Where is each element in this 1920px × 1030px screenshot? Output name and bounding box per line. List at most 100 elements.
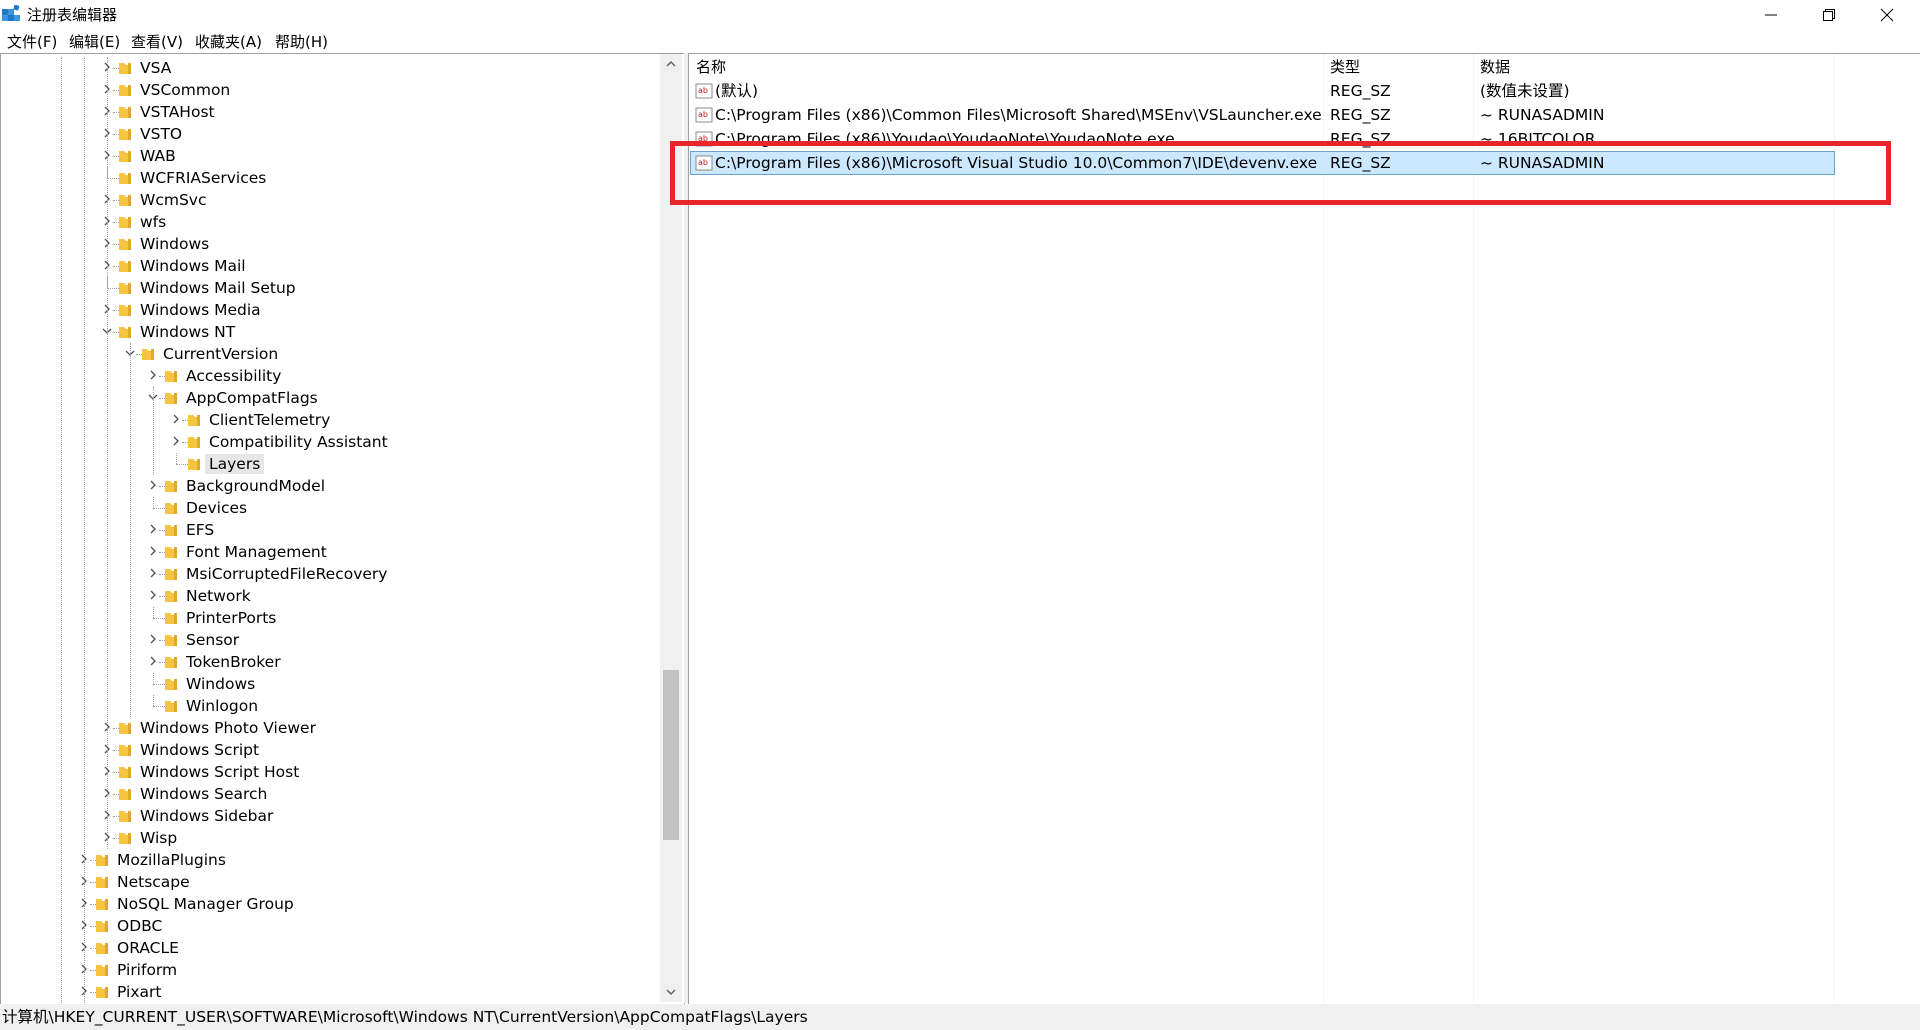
tree-item-label: Windows Mail — [140, 257, 246, 275]
chevron-right-icon[interactable] — [171, 436, 181, 446]
tree-item[interactable]: WAB — [1, 145, 662, 167]
tree-item[interactable]: Sensor — [1, 629, 662, 651]
tree-item[interactable]: ODBC — [1, 915, 662, 937]
tree-item[interactable]: Font Management — [1, 541, 662, 563]
annotation-highlight-box — [670, 141, 1891, 205]
string-value-icon: ab — [695, 83, 713, 99]
tree-item[interactable]: NoSQL Manager Group — [1, 893, 662, 915]
tree-item-label: TokenBroker — [186, 653, 281, 671]
tree-item[interactable]: MozillaPlugins — [1, 849, 662, 871]
tree-item[interactable]: WcmSvc — [1, 189, 662, 211]
tree-guide-line — [153, 695, 154, 706]
tree-item[interactable]: AppCompatFlags — [1, 387, 662, 409]
folder-icon — [119, 327, 131, 338]
column-header-type[interactable]: 类型 — [1330, 57, 1360, 77]
tree-item-label: VSCommon — [140, 81, 231, 99]
tree-item[interactable]: BackgroundModel — [1, 475, 662, 497]
tree-item[interactable]: Windows Mail — [1, 255, 662, 277]
folder-icon — [119, 129, 131, 140]
menu-help[interactable]: 帮助(H) — [272, 32, 331, 52]
value-data: (数值未设置) — [1480, 82, 1570, 100]
scroll-down-arrow[interactable] — [660, 982, 682, 1002]
tree-item[interactable]: VSTAHost — [1, 101, 662, 123]
tree-item[interactable]: Windows NT — [1, 321, 662, 343]
tree-item[interactable]: MsiCorruptedFileRecovery — [1, 563, 662, 585]
tree-item[interactable]: Compatibility Assistant — [1, 431, 662, 453]
tree-item[interactable]: CurrentVersion — [1, 343, 662, 365]
folder-icon — [119, 283, 131, 294]
chevron-right-icon[interactable] — [148, 370, 158, 380]
scroll-thumb[interactable] — [663, 670, 679, 840]
minimize-button[interactable] — [1742, 0, 1800, 30]
folder-icon — [96, 943, 108, 954]
tree-item[interactable]: Wisp — [1, 827, 662, 849]
tree-item[interactable]: ClientTelemetry — [1, 409, 662, 431]
value-name: (默认) — [715, 82, 759, 100]
tree-item[interactable]: Windows Script Host — [1, 761, 662, 783]
chevron-right-icon[interactable] — [148, 524, 158, 534]
tree-item-label: Sensor — [186, 631, 240, 649]
tree-item[interactable]: TokenBroker — [1, 651, 662, 673]
tree-item[interactable]: wfs — [1, 211, 662, 233]
menu-bar: 文件(F) 编辑(E) 查看(V) 收藏夹(A) 帮助(H) — [0, 30, 1920, 52]
tree-item-label: Wisp — [140, 829, 178, 847]
tree-guide-line — [107, 57, 108, 849]
tree-guide-line — [84, 57, 85, 1003]
tree-item-label: ORACLE — [117, 939, 179, 957]
value-data: ~ RUNASADMIN — [1480, 106, 1605, 124]
chevron-right-icon[interactable] — [148, 590, 158, 600]
tree-item[interactable]: Network — [1, 585, 662, 607]
folder-icon — [96, 965, 108, 976]
tree-item[interactable]: Windows Photo Viewer — [1, 717, 662, 739]
tree-item-label: Windows Media — [140, 301, 261, 319]
tree-item[interactable]: Devices — [1, 497, 662, 519]
tree-item[interactable]: Piriform — [1, 959, 662, 981]
menu-view[interactable]: 查看(V) — [128, 32, 186, 52]
column-header-name[interactable]: 名称 — [696, 57, 726, 77]
chevron-right-icon[interactable] — [148, 480, 158, 490]
tree-item[interactable]: Windows Script — [1, 739, 662, 761]
menu-file[interactable]: 文件(F) — [4, 32, 60, 52]
tree-item[interactable]: Pixart — [1, 981, 662, 1003]
folder-icon — [96, 921, 108, 932]
tree-item[interactable]: Winlogon — [1, 695, 662, 717]
tree-item[interactable]: Netscape — [1, 871, 662, 893]
tree-item[interactable]: ORACLE — [1, 937, 662, 959]
tree-item[interactable]: Windows Sidebar — [1, 805, 662, 827]
scroll-up-arrow[interactable] — [660, 54, 682, 74]
tree-item[interactable]: Windows — [1, 673, 662, 695]
tree-item[interactable]: Windows — [1, 233, 662, 255]
tree-item[interactable]: WCFRIAServices — [1, 167, 662, 189]
tree-item[interactable]: EFS — [1, 519, 662, 541]
tree-item[interactable]: Layers — [1, 453, 662, 475]
chevron-right-icon[interactable] — [148, 656, 158, 666]
value-name: C:\Program Files (x86)\Common Files\Micr… — [715, 106, 1322, 124]
restore-button[interactable] — [1800, 0, 1858, 30]
value-row[interactable]: ab (默认) REG_SZ (数值未设置) — [691, 80, 1834, 102]
tree-item[interactable]: VSCommon — [1, 79, 662, 101]
close-button[interactable] — [1858, 0, 1916, 30]
tree-item[interactable]: VSA — [1, 57, 662, 79]
column-header-data[interactable]: 数据 — [1480, 57, 1510, 77]
tree-item[interactable]: Accessibility — [1, 365, 662, 387]
folder-icon — [119, 63, 131, 74]
tree-item-label: Compatibility Assistant — [209, 433, 388, 451]
chevron-right-icon[interactable] — [148, 568, 158, 578]
chevron-right-icon[interactable] — [148, 546, 158, 556]
tree-item[interactable]: VSTO — [1, 123, 662, 145]
key-tree-pane[interactable]: VSA VSCommon VSTAHost VSTO WAB WCFRIAServices… — [0, 53, 685, 1005]
chevron-right-icon[interactable] — [148, 634, 158, 644]
value-row[interactable]: ab C:\Program Files (x86)\Common Files\Mi… — [691, 104, 1834, 126]
chevron-right-icon[interactable] — [171, 414, 181, 424]
tree-item[interactable]: Windows Search — [1, 783, 662, 805]
tree-item[interactable]: PrinterPorts — [1, 607, 662, 629]
tree-guide-line — [130, 343, 131, 717]
menu-edit[interactable]: 编辑(E) — [66, 32, 123, 52]
tree-item-label: Windows Script Host — [140, 763, 300, 781]
tree-item[interactable]: Windows Mail Setup — [1, 277, 662, 299]
tree-item-label: Font Management — [186, 543, 327, 561]
tree-item-label: Piriform — [117, 961, 178, 979]
menu-favorites[interactable]: 收藏夹(A) — [192, 32, 265, 52]
tree-item[interactable]: Windows Media — [1, 299, 662, 321]
folder-icon — [119, 173, 131, 184]
